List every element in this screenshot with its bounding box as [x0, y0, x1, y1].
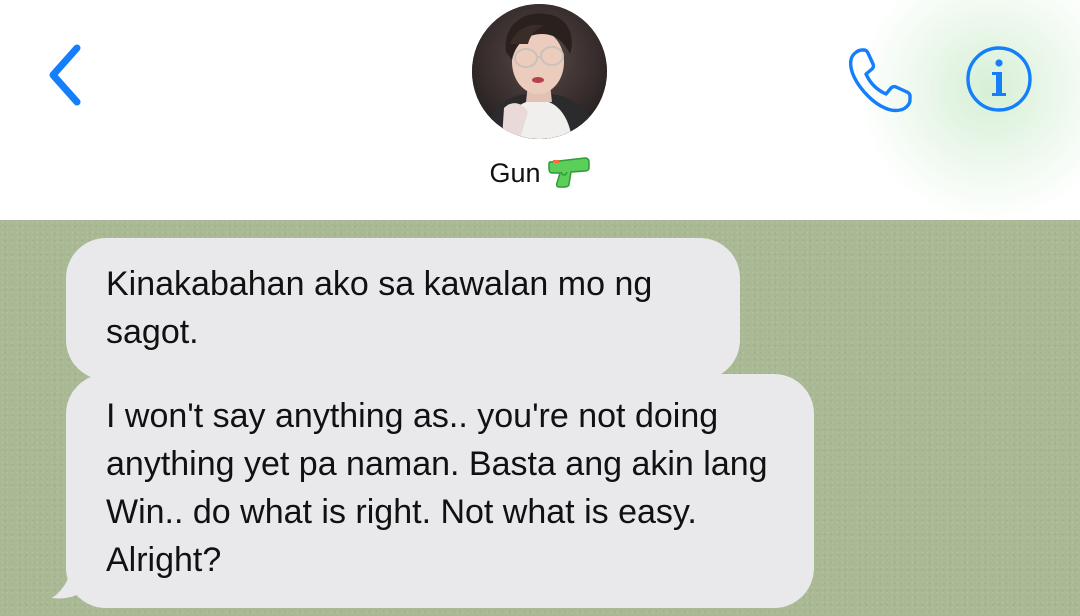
- message-thread[interactable]: Kinakabahan ako sa kawalan mo ng sagot. …: [0, 220, 1080, 616]
- conversation-header: Gun: [0, 0, 1080, 220]
- chat-screen: Gun Kinakabahan ako sa kawalan mo ng sag…: [0, 0, 1080, 616]
- contact-name: Gun: [489, 158, 541, 188]
- contact-name-row[interactable]: Gun: [0, 153, 1080, 193]
- call-button[interactable]: [840, 42, 920, 118]
- chevron-left-icon: [49, 44, 81, 106]
- bubble-tail: [52, 558, 90, 599]
- contact-avatar[interactable]: [472, 4, 607, 139]
- incoming-message-bubble[interactable]: I won't say anything as.. you're not doi…: [66, 374, 814, 608]
- incoming-message-bubble[interactable]: Kinakabahan ako sa kawalan mo ng sagot.: [66, 238, 740, 380]
- phone-icon: [848, 48, 912, 113]
- info-button[interactable]: [962, 42, 1036, 116]
- water-pistol-emoji: [547, 157, 590, 188]
- info-icon: [966, 46, 1032, 112]
- back-button[interactable]: [40, 40, 90, 110]
- avatar-photo: [472, 4, 607, 139]
